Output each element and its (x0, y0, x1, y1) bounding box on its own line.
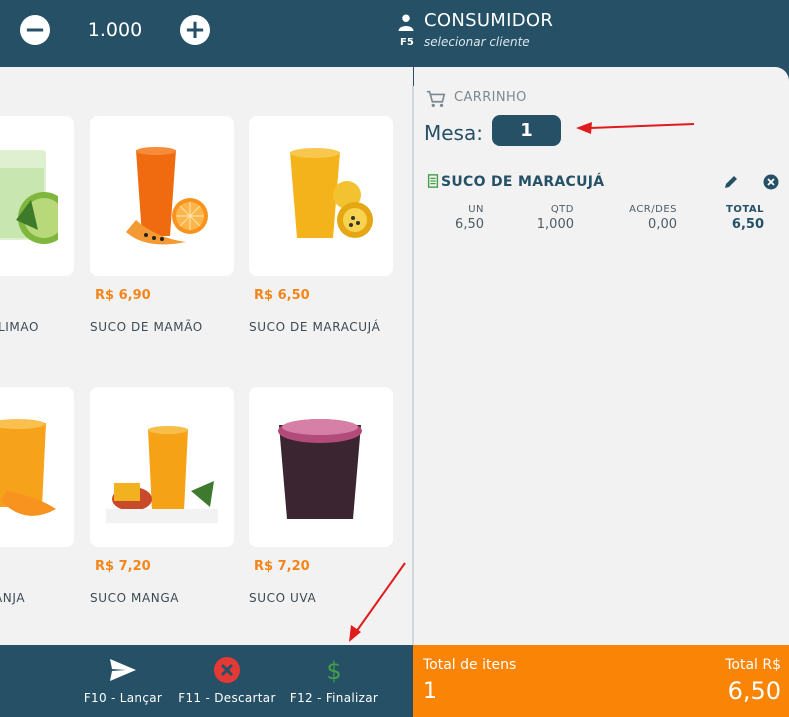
product-name: LIMAO (0, 320, 40, 334)
action-bar: F10 - Lançar F11 - Descartar $ F12 - Fin… (0, 645, 413, 717)
send-icon (110, 659, 136, 681)
table-number-field[interactable]: 1 (492, 115, 561, 146)
total-amount-label: Total R$ (725, 657, 781, 673)
product-grid: R$ 6,90 R$ 6,50 LIMAO SUCO DE MAMÃO SUCO… (0, 67, 413, 645)
cart-panel: CARRINHO Mesa: 1 SUCO DE MARACUJÁ UN QTD… (414, 67, 789, 645)
papaya-juice-image (126, 147, 208, 245)
quantity-value[interactable]: 1.000 (80, 19, 150, 41)
cart-item-name[interactable]: SUCO DE MARACUJÁ (441, 174, 604, 190)
discard-label: F11 - Descartar (178, 691, 276, 705)
total-items-label: Total de itens (423, 657, 517, 673)
person-icon[interactable] (397, 13, 415, 31)
finalize-label: F12 - Finalizar (289, 691, 379, 705)
product-name: ANJA (0, 591, 26, 605)
discard-icon (214, 657, 240, 683)
product-card[interactable] (249, 387, 393, 547)
orange-juice-image (0, 419, 56, 516)
item-quantity: 1,000 (536, 217, 574, 232)
col-header-qtd: QTD (550, 204, 574, 215)
product-name: SUCO MANGA (90, 591, 180, 605)
discard-button[interactable]: F11 - Descartar (176, 655, 278, 705)
col-header-acr-des: ACR/DES (629, 204, 677, 215)
remove-item-icon[interactable] (763, 174, 779, 190)
customer-shortcut-key: F5 (400, 37, 414, 48)
product-card[interactable] (249, 116, 393, 276)
finalize-button[interactable]: $ F12 - Finalizar (286, 655, 382, 705)
decrease-quantity-button[interactable]: − (20, 15, 50, 45)
table-label: Mesa: (424, 121, 483, 145)
product-card[interactable] (0, 387, 74, 547)
col-header-un: UN (468, 204, 484, 215)
increase-quantity-button[interactable]: + (180, 15, 210, 45)
item-unit-price: 6,50 (455, 217, 484, 232)
cart-title: CARRINHO (454, 90, 527, 105)
mango-juice-image (106, 411, 218, 523)
customer-name[interactable]: CONSUMIDOR (424, 10, 553, 31)
total-items-value: 1 (423, 679, 437, 704)
edit-icon[interactable] (723, 174, 739, 190)
product-price: R$ 7,20 (254, 559, 310, 574)
product-price: R$ 6,90 (95, 288, 151, 303)
top-bar: − 1.000 + F5 CONSUMIDOR selecionar clien… (0, 0, 789, 67)
totals-bar: Total de itens 1 Total R$ 6,50 (413, 645, 789, 717)
product-price: R$ 6,50 (254, 288, 310, 303)
product-card[interactable] (0, 116, 74, 276)
item-discount: 0,00 (648, 217, 677, 232)
cart-icon (426, 90, 446, 108)
svg-text:$: $ (326, 657, 341, 685)
product-price: R$ 7,20 (95, 559, 151, 574)
product-card[interactable] (90, 116, 234, 276)
col-header-total: TOTAL (726, 204, 764, 215)
product-name: SUCO UVA (249, 591, 317, 605)
product-card[interactable] (90, 387, 234, 547)
receipt-icon (427, 174, 439, 188)
grape-juice-image (265, 411, 377, 523)
launch-label: F10 - Lançar (83, 691, 163, 705)
lime-juice-image (0, 150, 58, 244)
item-total: 6,50 (731, 217, 764, 232)
dollar-icon: $ (326, 657, 341, 685)
launch-button[interactable]: F10 - Lançar (78, 655, 168, 705)
select-customer-link[interactable]: selecionar cliente (424, 35, 530, 49)
product-name: SUCO DE MARACUJÁ (249, 320, 381, 334)
passion-fruit-juice-image (290, 148, 373, 238)
total-amount-value: 6,50 (727, 677, 781, 705)
product-name: SUCO DE MAMÃO (90, 320, 203, 334)
